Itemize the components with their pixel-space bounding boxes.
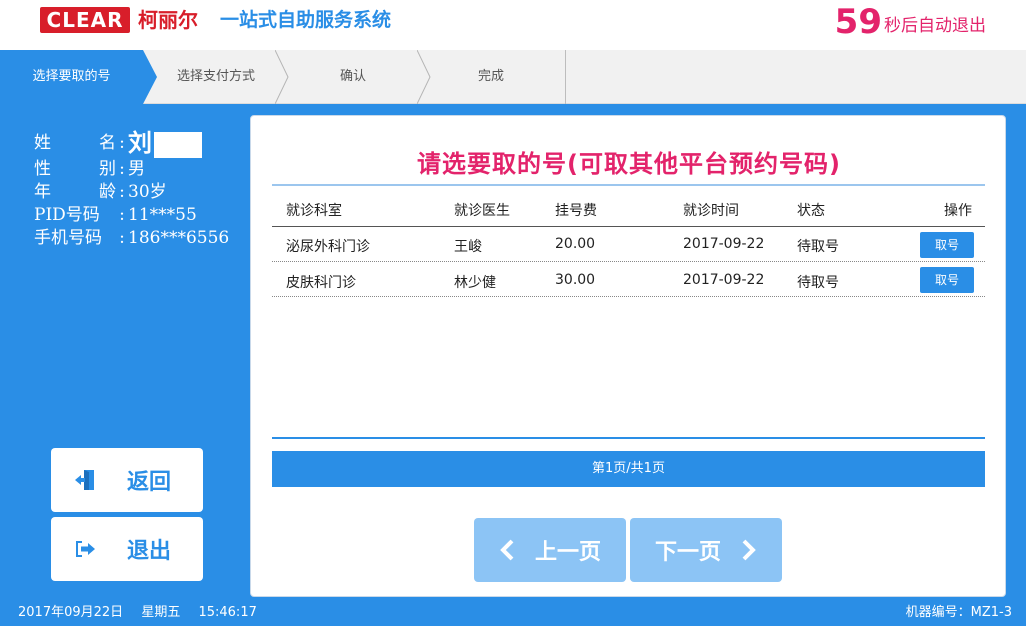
patient-phone: 186***6556 [128, 228, 230, 248]
row1-dept: 泌尿外科门诊 [286, 239, 370, 255]
footer-date: 2017年09月22日 [18, 605, 124, 620]
row-separator [272, 261, 985, 262]
row2-dept: 皮肤科门诊 [286, 275, 356, 291]
pid-label: PID号码 [34, 205, 100, 225]
col-header-dept: 就诊科室 [286, 203, 342, 219]
step-confirm: 确认 [289, 50, 417, 104]
row2-date: 2017-09-22 [683, 272, 765, 288]
machine-id: 机器编号：MZ1-3 [905, 605, 1012, 620]
pagination-status: 第1页/共1页 [272, 451, 985, 487]
prev-page-label: 上一页 [534, 540, 601, 565]
back-label: 返回 [127, 470, 172, 495]
patient-age-row: 年龄 : 30岁 [34, 182, 167, 202]
patient-name: 刘 [128, 129, 152, 157]
step-select-payment: 选择支付方式 [157, 50, 275, 104]
age-label: 年龄 [34, 182, 116, 202]
app-title: 一站式自助服务系统 [220, 9, 392, 31]
next-page-label: 下一页 [654, 540, 721, 565]
step-complete: 完成 [431, 50, 551, 104]
step-separator-icon [417, 50, 431, 104]
take-number-button[interactable]: 取号 [920, 232, 974, 258]
appointment-panel: 请选要取的号(可取其他平台预约号码) 就诊科室 就诊医生 挂号费 就诊时间 状态… [250, 115, 1006, 597]
exit-icon [76, 541, 95, 557]
footer-time: 15:46:17 [198, 605, 257, 620]
exit-label: 退出 [127, 539, 172, 564]
steps-divider [565, 50, 566, 104]
step-arrow-icon [143, 50, 157, 104]
table-bottom-border [272, 437, 985, 439]
step-label: 完成 [477, 69, 504, 84]
exit-button[interactable]: 退出 [51, 517, 203, 581]
step-select-number: 选择要取的号 [0, 50, 143, 104]
footer-datetime: 2017年09月22日 星期五 15:46:17 [18, 601, 271, 620]
next-page-button[interactable]: 下一页 [630, 518, 782, 582]
patient-pid-row: PID号码 : 11***55 [34, 205, 197, 225]
countdown-number: 59 [834, 2, 882, 42]
countdown-text: 秒后自动退出 [884, 16, 986, 36]
footer-weekday: 星期五 [141, 605, 181, 620]
row2-doctor: 林少健 [454, 275, 496, 291]
patient-gender-row: 性别 : 男 [34, 159, 145, 179]
patient-phone-row: 手机号码 : 186***6556 [34, 228, 230, 248]
gender-label: 性别 [34, 159, 116, 179]
chevron-right-icon [742, 539, 756, 561]
patient-age: 30岁 [128, 182, 167, 202]
table-top-border [272, 184, 985, 186]
step-label: 确认 [339, 69, 366, 84]
col-header-doctor: 就诊医生 [454, 203, 510, 219]
col-header-action: 操作 [944, 203, 972, 219]
row2-fee: 30.00 [555, 272, 596, 288]
brand-logo: CLEAR [40, 7, 130, 33]
name-label: 姓名 [34, 133, 116, 153]
patient-pid: 11***55 [128, 205, 197, 225]
app-header: CLEAR 柯丽尔 一站式自助服务系统 59 秒后自动退出 [0, 0, 1026, 50]
auto-exit-countdown: 59 秒后自动退出 [835, 2, 986, 42]
step-separator-icon [275, 50, 289, 104]
back-button[interactable]: 返回 [51, 448, 203, 512]
chevron-left-icon [500, 539, 514, 561]
progress-steps: 选择要取的号 选择支付方式 确认 完成 [0, 50, 1026, 104]
patient-gender: 男 [128, 159, 145, 179]
patient-info: 姓名 : 刘 性别 : 男 年龄 : 30岁 PID号码 : 11***55 手… [34, 129, 230, 250]
take-number-button[interactable]: 取号 [920, 267, 974, 293]
col-header-fee: 挂号费 [555, 203, 597, 219]
header-separator [272, 226, 985, 227]
row1-date: 2017-09-22 [683, 236, 765, 252]
prev-page-button[interactable]: 上一页 [474, 518, 626, 582]
col-header-date: 就诊时间 [683, 203, 739, 219]
row2-status: 待取号 [797, 275, 839, 291]
page-title: 请选要取的号(可取其他平台预约号码) [417, 150, 841, 178]
step-label: 选择要取的号 [32, 69, 111, 84]
patient-name-row: 姓名 : 刘 [34, 129, 229, 158]
name-redaction [154, 132, 202, 158]
col-header-status: 状态 [797, 203, 825, 219]
back-door-icon [75, 470, 94, 490]
phone-label: 手机号码 [34, 228, 102, 248]
row-separator [272, 296, 985, 297]
row1-fee: 20.00 [555, 236, 596, 252]
brand-name: 柯丽尔 [138, 8, 198, 32]
row1-status: 待取号 [797, 239, 839, 255]
step-label: 选择支付方式 [176, 69, 255, 84]
row1-doctor: 王峻 [454, 239, 482, 255]
